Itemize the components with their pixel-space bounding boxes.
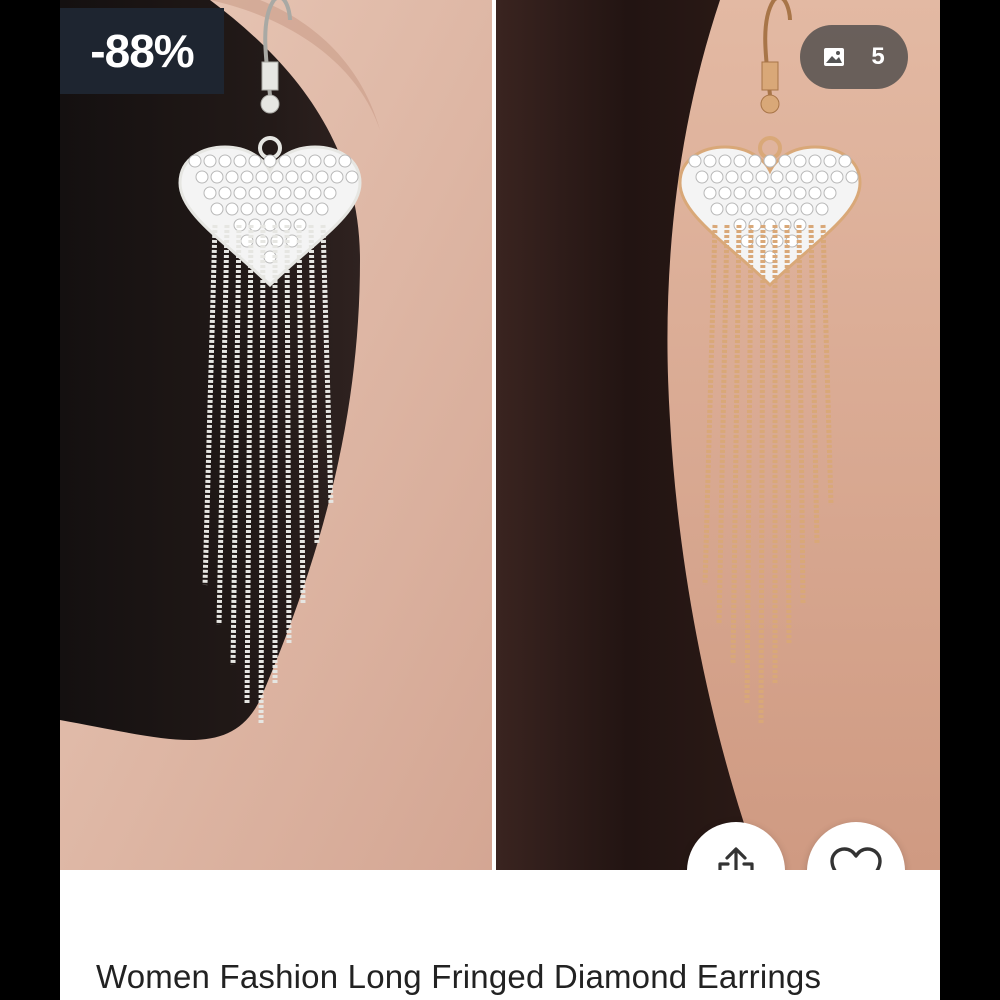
discount-badge: -88% — [60, 8, 224, 94]
product-title[interactable]: Women Fashion Long Fringed Diamond Earri… — [96, 958, 821, 996]
photo-count-pill[interactable]: 5 — [800, 25, 908, 89]
photo-count: 5 — [871, 43, 885, 70]
product-card: -88% 5 Women Fashion Long Fringed Diamon… — [60, 0, 940, 1000]
heart-icon — [829, 847, 883, 870]
share-icon — [714, 846, 758, 870]
discount-text: -88% — [90, 25, 194, 77]
earrings-photo — [60, 0, 940, 870]
product-image[interactable]: -88% 5 — [60, 0, 940, 870]
image-icon — [823, 47, 845, 67]
